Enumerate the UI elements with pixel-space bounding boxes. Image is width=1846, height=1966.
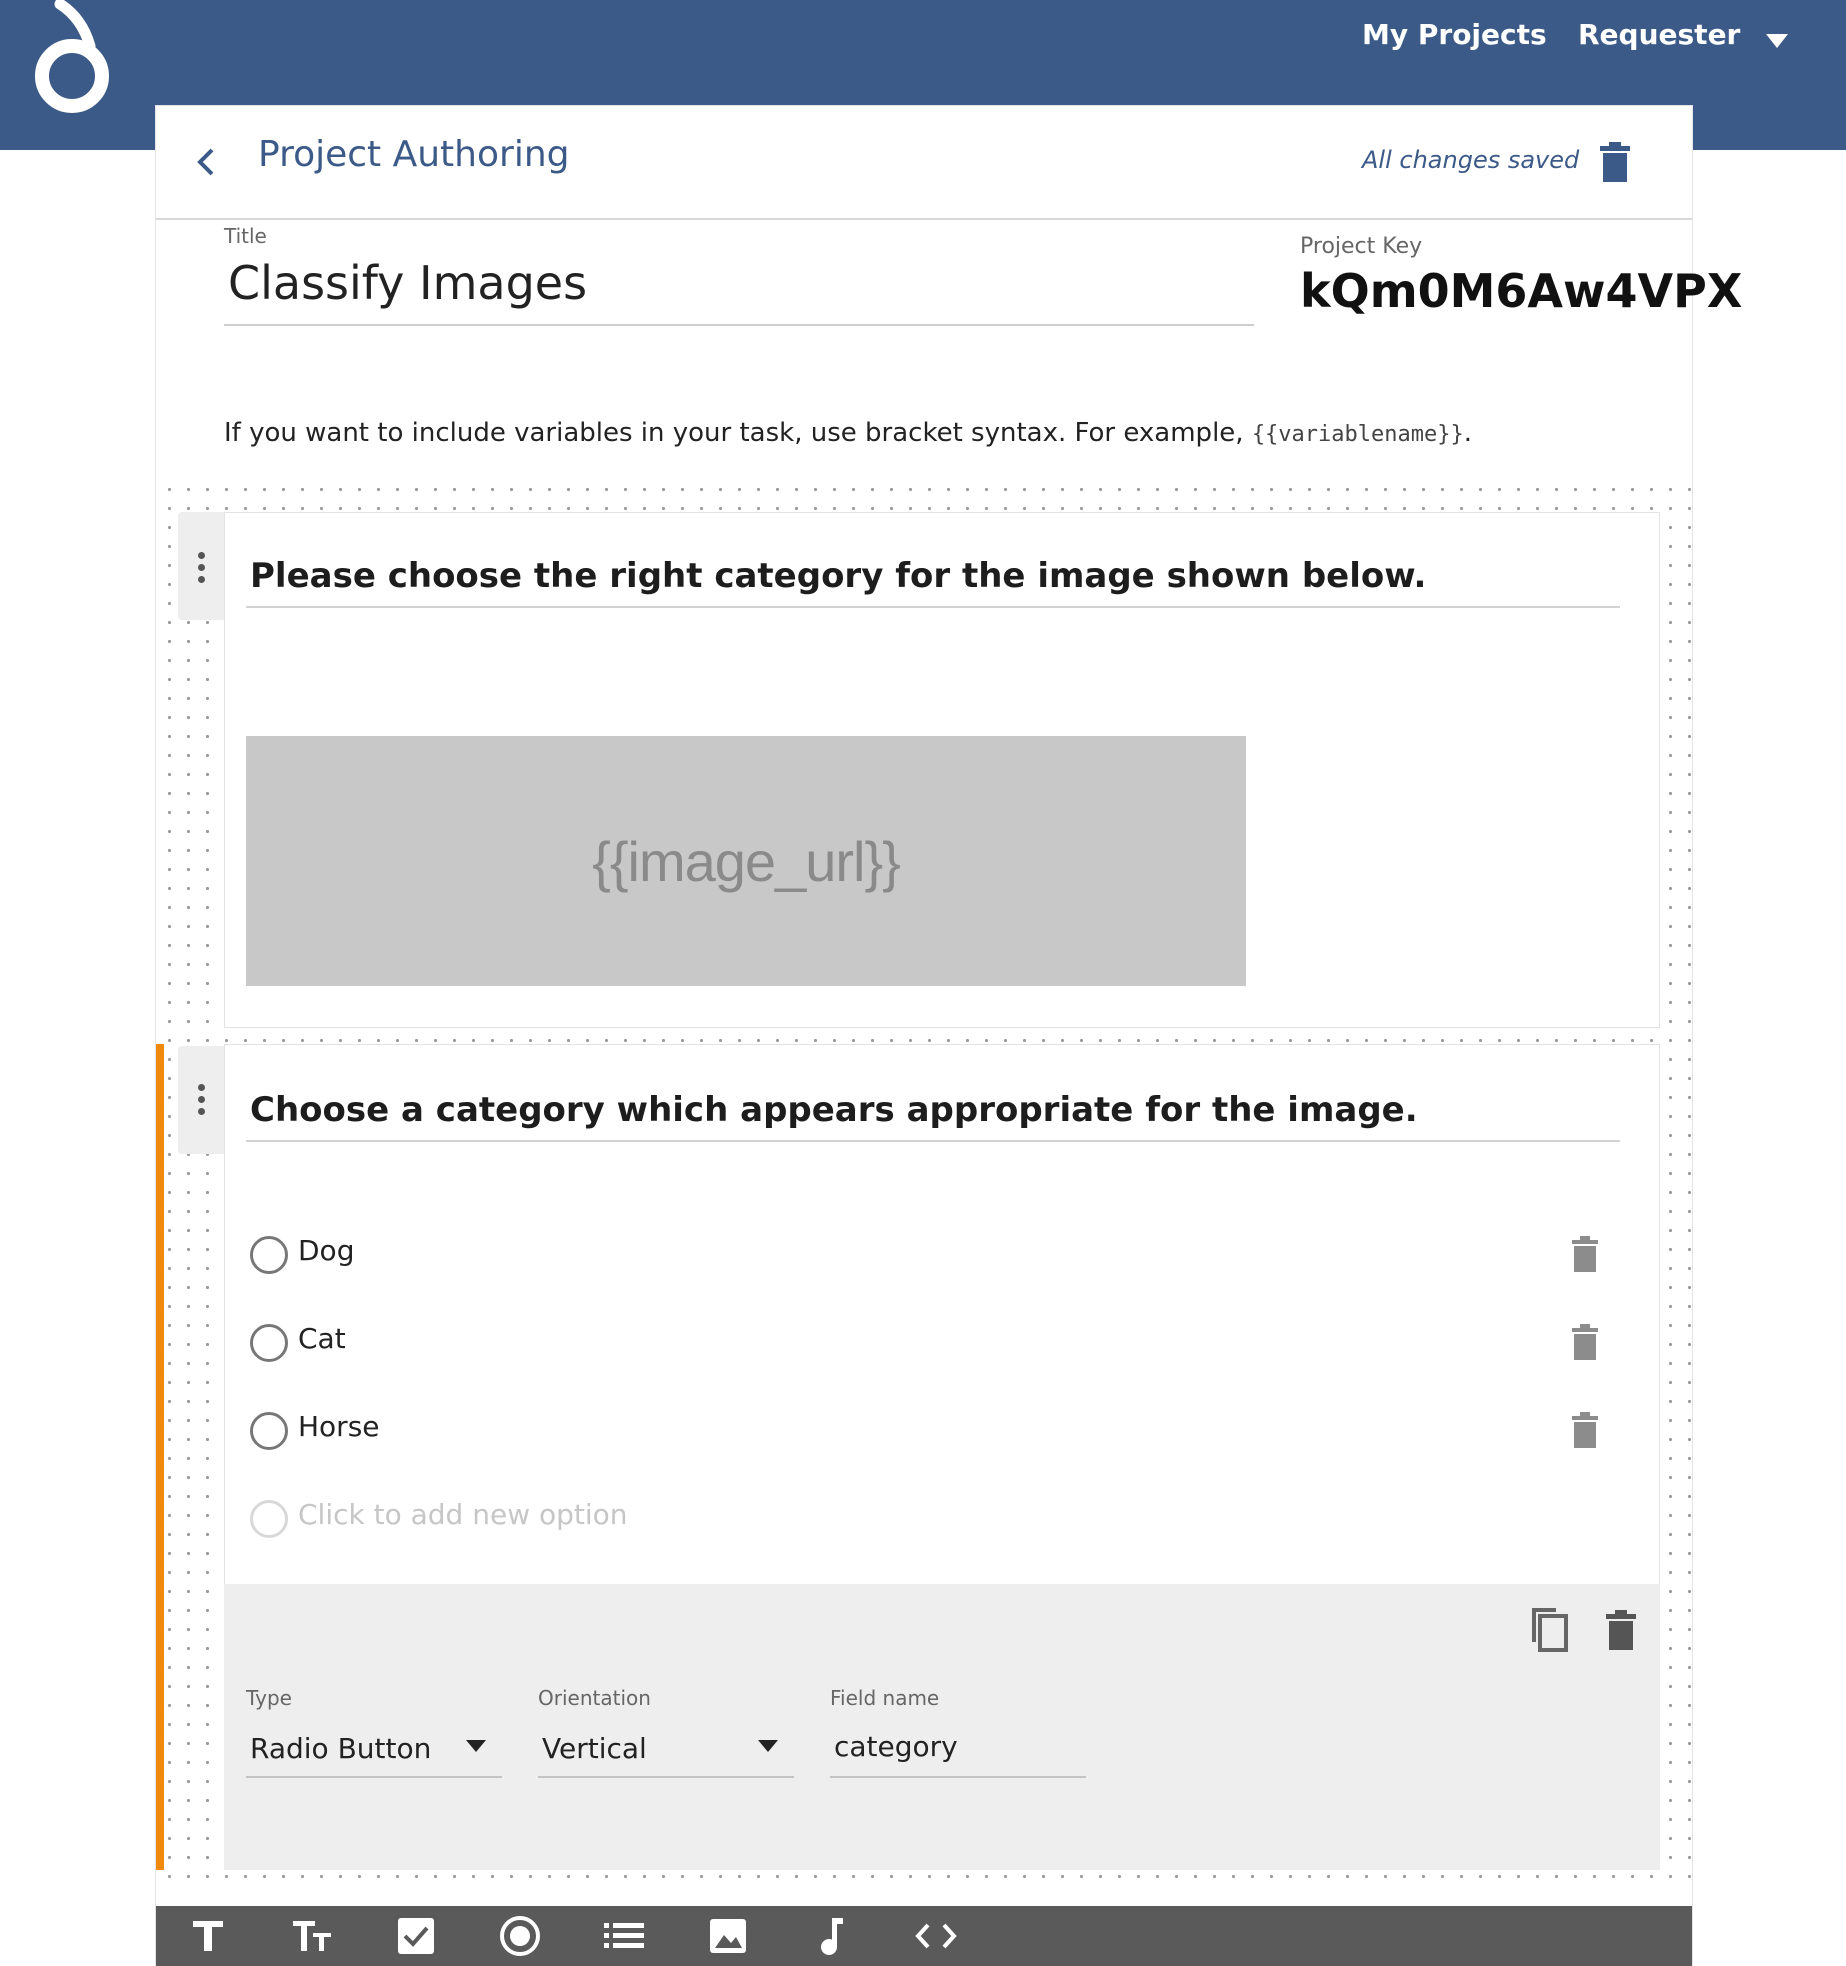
project-key-value: kQm0M6Aw4VPX <box>1300 264 1743 318</box>
option-label[interactable]: Cat <box>298 1322 346 1355</box>
chevron-down-icon[interactable] <box>758 1740 778 1752</box>
drag-handle[interactable] <box>178 512 224 620</box>
save-status: All changes saved <box>1362 146 1580 174</box>
active-block-indicator <box>156 1044 164 1870</box>
option-label[interactable]: Dog <box>298 1234 354 1267</box>
duplicate-icon[interactable] <box>1528 1606 1568 1652</box>
code-icon[interactable] <box>906 1906 966 1966</box>
hint-code: {{variablename}} <box>1251 422 1464 447</box>
type-select-underline <box>246 1776 502 1778</box>
chevron-down-icon[interactable] <box>1766 34 1788 48</box>
text-icon[interactable] <box>178 1906 238 1966</box>
field-name-underline <box>830 1776 1086 1778</box>
field-name-label: Field name <box>830 1686 940 1710</box>
title-underline <box>224 324 1254 326</box>
image-icon[interactable] <box>698 1906 758 1966</box>
radio-option-horse[interactable] <box>250 1412 288 1450</box>
page-title: Project Authoring <box>258 134 570 175</box>
list-icon[interactable] <box>594 1906 654 1966</box>
delete-option-icon[interactable] <box>1572 1412 1598 1448</box>
app-logo[interactable] <box>30 0 116 116</box>
chevron-down-icon[interactable] <box>466 1740 486 1752</box>
project-key-label: Project Key <box>1300 234 1423 259</box>
block-settings <box>224 1584 1660 1870</box>
title-label: Title <box>224 224 267 248</box>
question-underline <box>246 1140 1620 1142</box>
checkbox-icon[interactable] <box>386 1906 446 1966</box>
nav-my-projects[interactable]: My Projects <box>1362 18 1547 51</box>
drag-handle[interactable] <box>178 1046 224 1154</box>
orientation-select-value[interactable]: Vertical <box>542 1732 647 1765</box>
title-input[interactable]: Classify Images <box>228 256 587 310</box>
delete-option-icon[interactable] <box>1572 1236 1598 1272</box>
radio-option-cat[interactable] <box>250 1324 288 1362</box>
back-arrow-icon[interactable] <box>190 142 224 182</box>
field-name-input[interactable]: category <box>834 1730 958 1763</box>
nav-requester[interactable]: Requester <box>1578 18 1740 51</box>
orientation-label: Orientation <box>538 1686 651 1710</box>
type-label: Type <box>246 1686 292 1710</box>
delete-option-icon[interactable] <box>1572 1324 1598 1360</box>
orientation-select-underline <box>538 1776 794 1778</box>
radio-icon[interactable] <box>490 1906 550 1966</box>
image-placeholder: {{image_url}} <box>246 736 1246 986</box>
radio-option-dog[interactable] <box>250 1236 288 1274</box>
variables-hint: If you want to include variables in your… <box>224 418 1472 448</box>
question-text[interactable]: Choose a category which appears appropri… <box>250 1090 1418 1130</box>
question-underline <box>246 606 1620 608</box>
type-select-value[interactable]: Radio Button <box>250 1732 431 1765</box>
option-label[interactable]: Horse <box>298 1410 380 1443</box>
delete-project-icon[interactable] <box>1600 142 1630 182</box>
add-option-input[interactable]: Click to add new option <box>298 1498 628 1531</box>
audio-icon[interactable] <box>802 1906 862 1966</box>
question-text[interactable]: Please choose the right category for the… <box>250 556 1426 596</box>
text-size-icon[interactable] <box>282 1906 342 1966</box>
image-url-variable: {{image_url}} <box>592 829 901 893</box>
add-option-radio[interactable] <box>250 1500 288 1538</box>
delete-block-icon[interactable] <box>1606 1610 1636 1650</box>
